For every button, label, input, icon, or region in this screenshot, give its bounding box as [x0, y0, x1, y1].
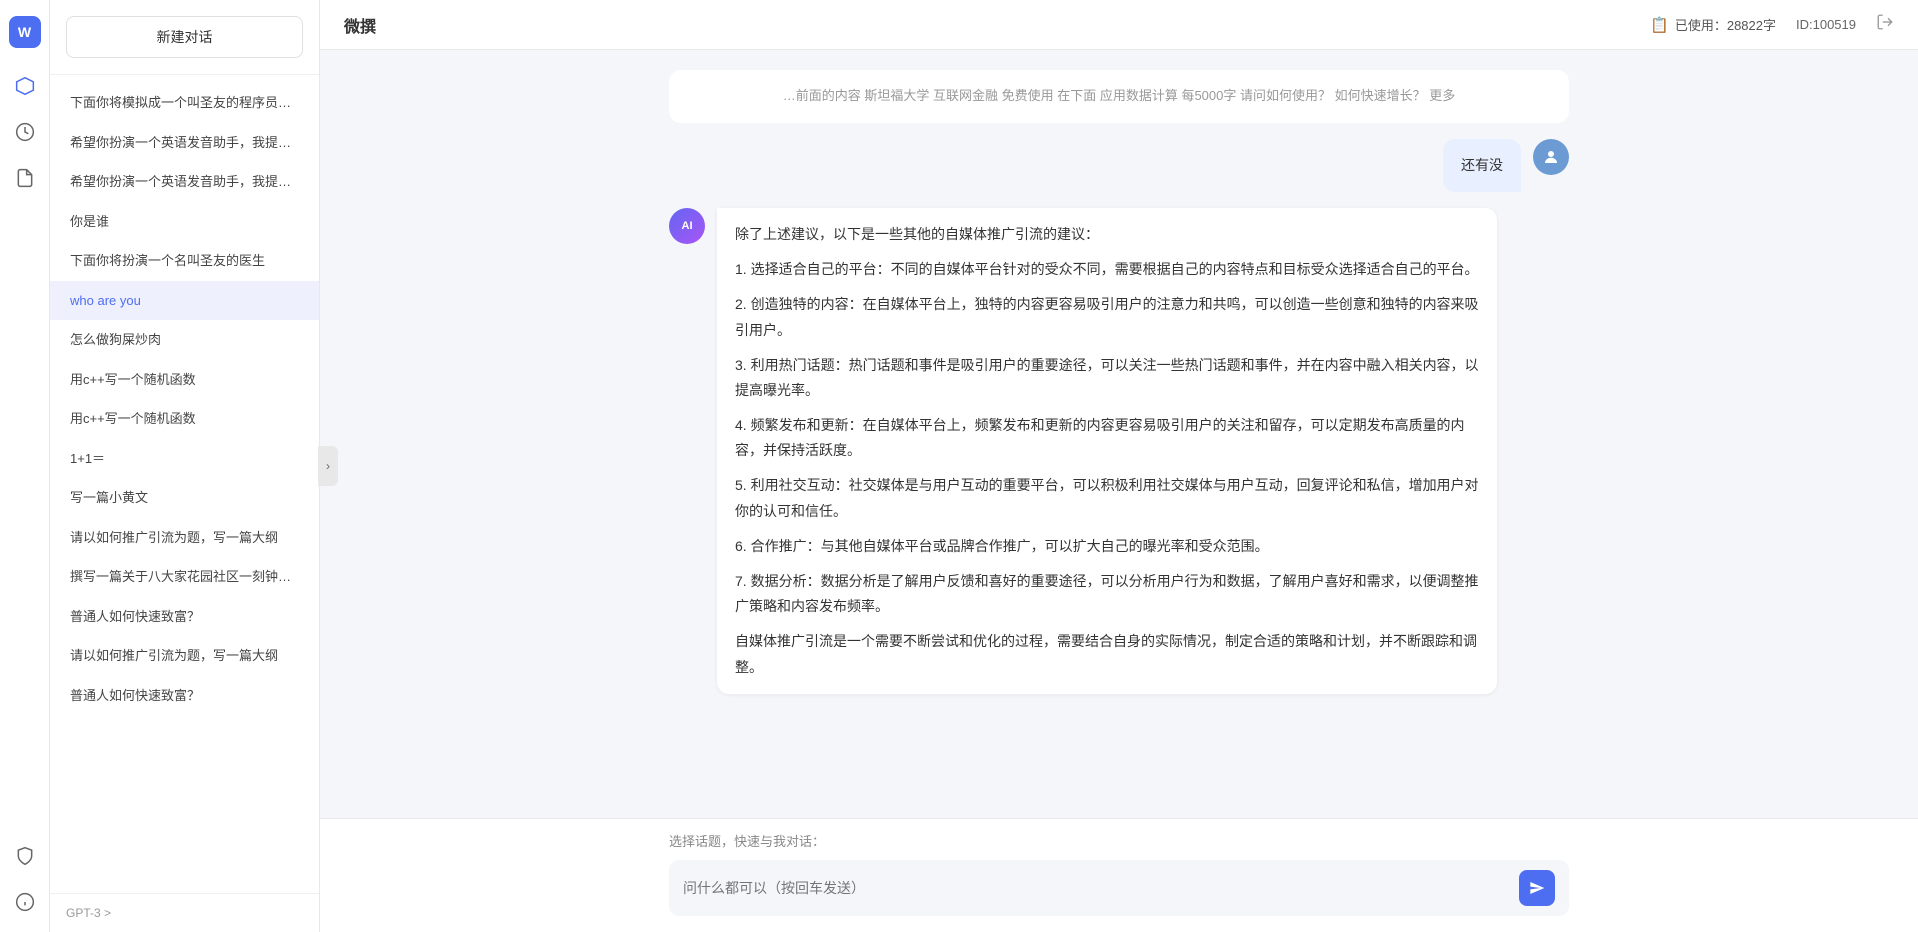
sidebar-item-0[interactable]: 下面你将模拟成一个叫圣友的程序员，我说...: [50, 83, 319, 123]
sidebar-item-2[interactable]: 希望你扮演一个英语发音助手，我提供给你...: [50, 162, 319, 202]
footer-text: GPT-3 >: [66, 906, 111, 920]
main-area: 微撰 📋 已使用：28822字 ID:100519 …前面的内容 斯坦福大学 互…: [320, 0, 1918, 932]
top-header: 微撰 📋 已使用：28822字 ID:100519: [320, 0, 1918, 50]
input-area: 选择话题，快速与我对话：: [320, 818, 1918, 932]
input-row: [669, 860, 1569, 916]
id-label: ID:100519: [1796, 17, 1856, 32]
sidebar-item-14[interactable]: 请以如何推广引流为题，写一篇大纲: [50, 636, 319, 676]
ai-para-8: 自媒体推广引流是一个需要不断尝试和优化的过程，需要结合自身的实际情况，制定合适的…: [735, 629, 1479, 679]
sidebar: 新建对话 下面你将模拟成一个叫圣友的程序员，我说... 希望你扮演一个英语发音助…: [50, 0, 320, 932]
app-title: 微撰: [344, 13, 376, 37]
chat-area: …前面的内容 斯坦福大学 互联网金融 免费使用 在下面 应用数据计算 每5000…: [320, 50, 1918, 818]
user-message-row: 还有没: [669, 139, 1569, 192]
sidebar-item-4[interactable]: 下面你将扮演一个名叫圣友的医生: [50, 241, 319, 281]
sidebar-item-1[interactable]: 希望你扮演一个英语发音助手，我提供给你...: [50, 123, 319, 163]
sidebar-item-3[interactable]: 你是谁: [50, 202, 319, 242]
sidebar-footer: GPT-3 >: [50, 893, 319, 932]
quick-topics-label: 选择话题，快速与我对话：: [669, 831, 1569, 850]
user-bubble: 还有没: [1443, 139, 1521, 192]
nav-shield-icon[interactable]: [7, 838, 43, 874]
ai-message-row: AI 除了上述建议，以下是一些其他的自媒体推广引流的建议： 1. 选择适合自己的…: [669, 208, 1569, 694]
prev-messages-hint: …前面的内容 斯坦福大学 互联网金融 免费使用 在下面 应用数据计算 每5000…: [669, 70, 1569, 123]
ai-para-2: 2. 创造独特的内容：在自媒体平台上，独特的内容更容易吸引用户的注意力和共鸣，可…: [735, 292, 1479, 342]
ai-para-4: 4. 频繁发布和更新：在自媒体平台上，频繁发布和更新的内容更容易吸引用户的关注和…: [735, 413, 1479, 463]
usage-info: 📋 已使用：28822字: [1650, 15, 1776, 34]
sidebar-item-10[interactable]: 写一篇小黄文: [50, 478, 319, 518]
nav-hexagon-icon[interactable]: [7, 68, 43, 104]
ai-para-0: 除了上述建议，以下是一些其他的自媒体推广引流的建议：: [735, 222, 1479, 247]
chat-messages: …前面的内容 斯坦福大学 互联网金融 免费使用 在下面 应用数据计算 每5000…: [669, 70, 1569, 694]
sidebar-item-5[interactable]: who are you: [50, 281, 319, 321]
input-area-inner: 选择话题，快速与我对话：: [669, 831, 1569, 916]
nav-clock-icon[interactable]: [7, 114, 43, 150]
sidebar-toggle-button[interactable]: ›: [318, 446, 338, 486]
sidebar-item-15[interactable]: 普通人如何快速致富？: [50, 676, 319, 716]
new-chat-button[interactable]: 新建对话: [66, 16, 303, 58]
ai-para-3: 3. 利用热门话题：热门话题和事件是吸引用户的重要途径，可以关注一些热门话题和事…: [735, 353, 1479, 403]
icon-rail: W: [0, 0, 50, 932]
ai-para-6: 6. 合作推广：与其他自媒体平台或品牌合作推广，可以扩大自己的曝光率和受众范围。: [735, 534, 1479, 559]
nav-doc-icon[interactable]: [7, 160, 43, 196]
sidebar-header: 新建对话: [50, 0, 319, 75]
sidebar-item-12[interactable]: 撰写一篇关于八大家花园社区一刻钟便民生...: [50, 557, 319, 597]
sidebar-item-7[interactable]: 用c++写一个随机函数: [50, 360, 319, 400]
user-message-text: 还有没: [1461, 157, 1503, 173]
user-avatar: [1533, 139, 1569, 175]
ai-para-7: 7. 数据分析：数据分析是了解用户反馈和喜好的重要途径，可以分析用户行为和数据，…: [735, 569, 1479, 619]
ai-para-5: 5. 利用社交互动：社交媒体是与用户互动的重要平台，可以积极利用社交媒体与用户互…: [735, 473, 1479, 523]
sidebar-item-13[interactable]: 普通人如何快速致富？: [50, 597, 319, 637]
chat-input[interactable]: [683, 880, 1509, 896]
sidebar-item-8[interactable]: 用c++写一个随机函数: [50, 399, 319, 439]
nav-info-icon[interactable]: [7, 884, 43, 920]
sidebar-item-6[interactable]: 怎么做狗屎炒肉: [50, 320, 319, 360]
usage-icon: 📋: [1650, 16, 1669, 34]
header-right: 📋 已使用：28822字 ID:100519: [1650, 13, 1894, 36]
sidebar-item-9[interactable]: 1+1＝: [50, 439, 319, 479]
usage-label: 已使用：28822字: [1675, 15, 1776, 34]
logout-button[interactable]: [1876, 13, 1894, 36]
ai-bubble: 除了上述建议，以下是一些其他的自媒体推广引流的建议： 1. 选择适合自己的平台：…: [717, 208, 1497, 694]
ai-avatar: AI: [669, 208, 705, 244]
ai-para-1: 1. 选择适合自己的平台：不同的自媒体平台针对的受众不同，需要根据自己的内容特点…: [735, 257, 1479, 282]
app-logo: W: [9, 16, 41, 48]
sidebar-item-11[interactable]: 请以如何推广引流为题，写一篇大纲: [50, 518, 319, 558]
send-button[interactable]: [1519, 870, 1555, 906]
sidebar-list: 下面你将模拟成一个叫圣友的程序员，我说... 希望你扮演一个英语发音助手，我提供…: [50, 75, 319, 893]
